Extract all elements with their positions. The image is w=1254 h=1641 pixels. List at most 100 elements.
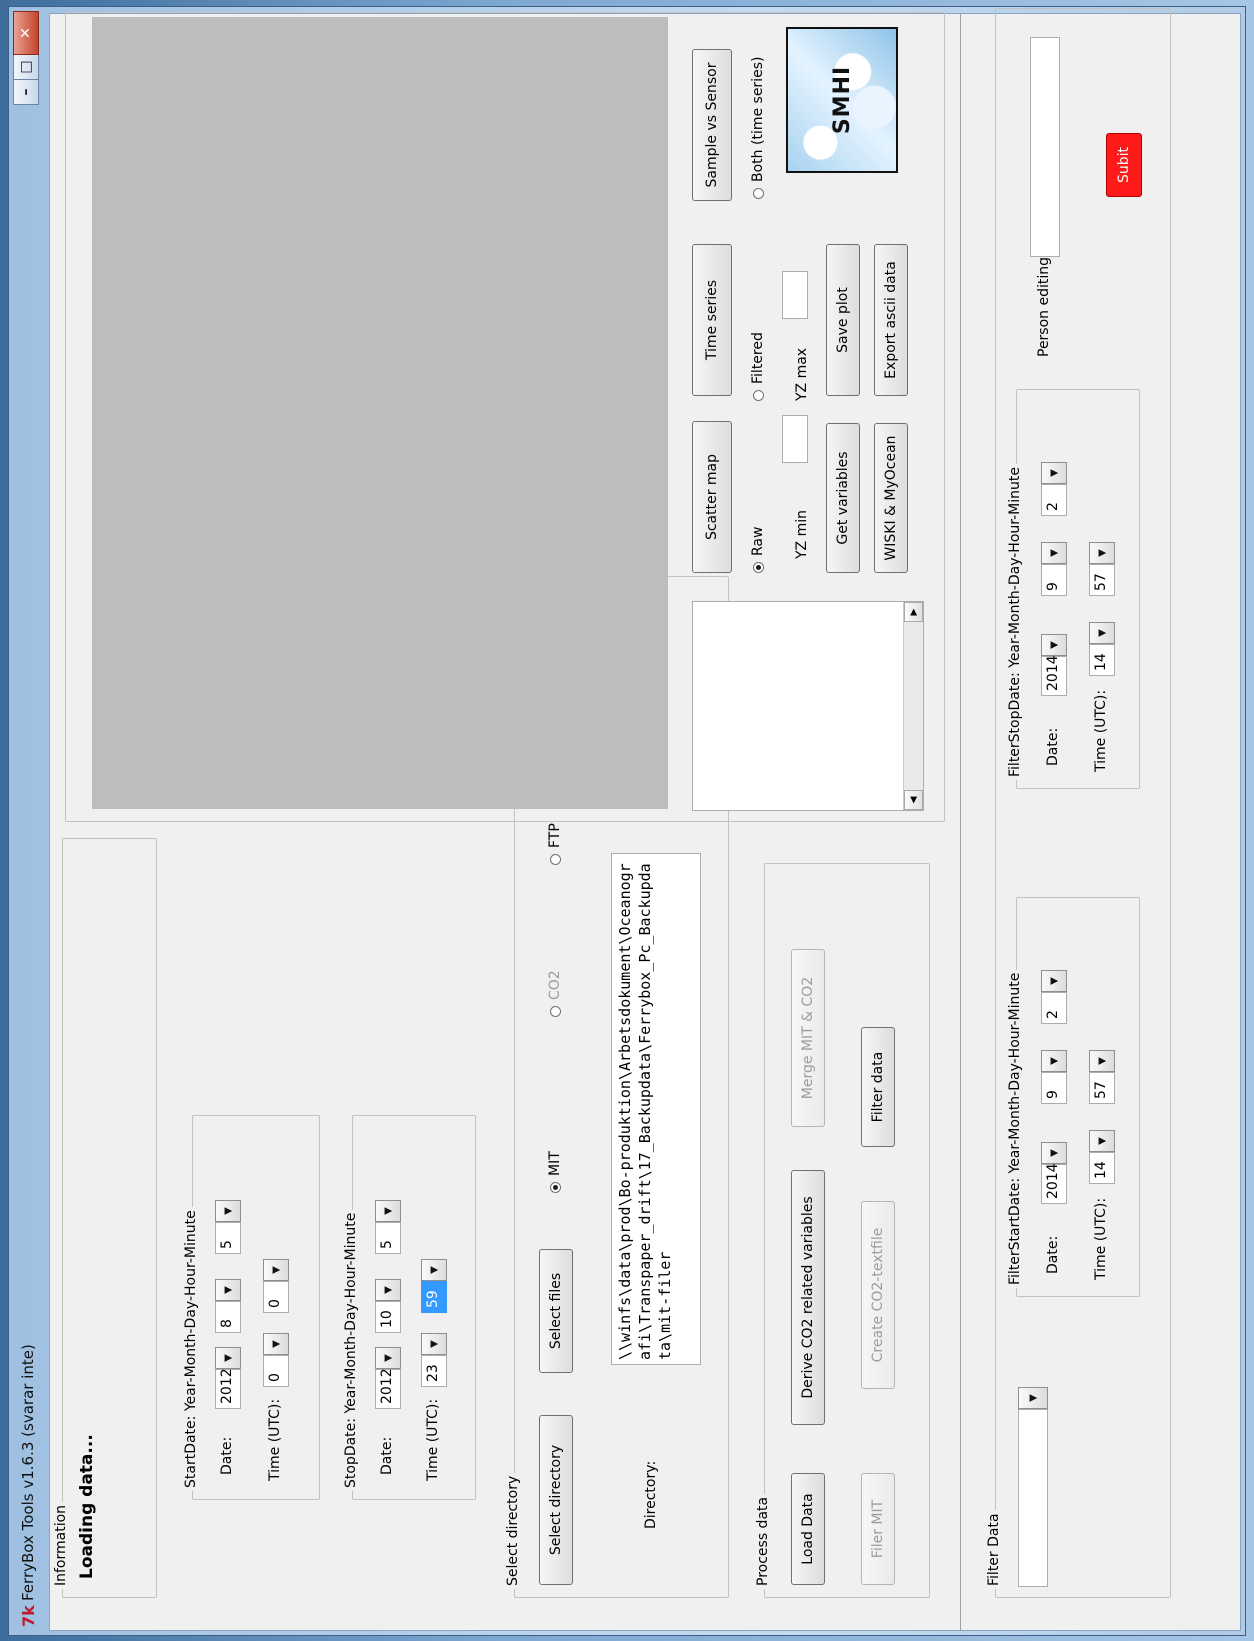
start-hour-value[interactable]: 0 <box>263 1355 289 1387</box>
filter-data-button[interactable]: Filter data <box>861 1027 895 1147</box>
dropdown-arrow-icon[interactable]: ▼ <box>1089 542 1115 564</box>
filter-start-hour-spinbox[interactable]: 14 ▼ <box>1089 1130 1115 1184</box>
start-minute-spinbox[interactable]: 0 ▼ <box>263 1259 289 1313</box>
radio-mit[interactable]: MIT <box>547 1151 563 1193</box>
directory-text[interactable]: \\winfs\data\prod\Bo-produktion\Arbetsdo… <box>611 853 701 1365</box>
filter-start-year-value[interactable]: 2014 <box>1041 1163 1067 1204</box>
dropdown-arrow-icon[interactable]: ▼ <box>1041 1050 1067 1072</box>
filter-start-month-spinbox[interactable]: 9 ▼ <box>1041 1050 1067 1104</box>
wiski-myocean-button[interactable]: WISKI & MyOcean <box>874 423 908 573</box>
stop-year-value[interactable]: 2012 <box>375 1368 401 1409</box>
close-button[interactable]: ✕ <box>13 11 39 55</box>
load-data-button[interactable]: Load Data <box>791 1473 825 1585</box>
yz-min-input[interactable] <box>782 415 808 463</box>
yz-max-input[interactable] <box>782 271 808 319</box>
dropdown-arrow-icon[interactable]: ▼ <box>421 1333 447 1355</box>
filter-stop-hour-spinbox[interactable]: 14 ▼ <box>1089 622 1115 676</box>
filter-stop-month-spinbox[interactable]: 9 ▼ <box>1041 542 1067 596</box>
start-minute-value[interactable]: 0 <box>263 1281 289 1313</box>
derive-co2-button[interactable]: Derive CO2 related variables <box>791 1170 825 1425</box>
filer-mit-button[interactable]: Filer MIT <box>861 1473 895 1585</box>
filter-stop-month-value[interactable]: 9 <box>1041 564 1067 596</box>
dropdown-arrow-icon[interactable]: ▼ <box>1041 1142 1067 1164</box>
dropdown-arrow-icon[interactable]: ▼ <box>215 1347 241 1369</box>
stop-minute-spinbox[interactable]: 59 ▼ <box>421 1259 447 1313</box>
dropdown-arrow-icon[interactable]: ▼ <box>375 1200 401 1222</box>
export-ascii-button[interactable]: Export ascii data <box>874 244 908 396</box>
radio-raw[interactable]: Raw <box>750 527 766 573</box>
dropdown-arrow-icon[interactable]: ▼ <box>1041 970 1067 992</box>
title-bar[interactable]: 7k FerryBox Tools v1.6.3 (svarar inte) –… <box>9 7 49 1637</box>
dropdown-arrow-icon[interactable]: ▼ <box>263 1333 289 1355</box>
filter-start-day-spinbox[interactable]: 2 ▼ <box>1041 970 1067 1024</box>
submit-button[interactable]: Subit <box>1106 133 1142 197</box>
filter-stop-hour-value[interactable]: 14 <box>1089 644 1115 676</box>
filter-variable-combobox[interactable]: ▼ <box>1018 1387 1048 1587</box>
create-co2-textfile-button[interactable]: Create CO2-textfile <box>861 1201 895 1389</box>
scroll-left-icon[interactable]: ◀ <box>904 790 923 810</box>
dropdown-arrow-icon[interactable]: ▼ <box>263 1259 289 1281</box>
start-hour-spinbox[interactable]: 0 ▼ <box>263 1333 289 1387</box>
start-year-spinbox[interactable]: 2012 ▼ <box>215 1347 241 1409</box>
stop-day-spinbox[interactable]: 5 ▼ <box>375 1200 401 1254</box>
process-data-group-label: Process data <box>755 1493 771 1589</box>
filter-stop-day-spinbox[interactable]: 2 ▼ <box>1041 462 1067 516</box>
start-month-value[interactable]: 8 <box>215 1301 241 1333</box>
maximize-button[interactable]: □ <box>13 54 39 80</box>
radio-co2[interactable]: CO2 <box>547 970 563 1017</box>
stop-day-value[interactable]: 5 <box>375 1222 401 1254</box>
save-plot-button[interactable]: Save plot <box>826 244 860 396</box>
dropdown-arrow-icon[interactable]: ▼ <box>375 1279 401 1301</box>
stop-hour-spinbox[interactable]: 23 ▼ <box>421 1333 447 1387</box>
radio-both[interactable]: Both (time series) <box>750 57 766 199</box>
plot-canvas[interactable] <box>92 17 668 809</box>
time-series-button[interactable]: Time series <box>692 244 732 396</box>
sample-vs-sensor-button[interactable]: Sample vs Sensor <box>692 49 732 201</box>
select-files-button[interactable]: Select files <box>539 1249 573 1373</box>
filter-variable-value[interactable] <box>1018 1409 1048 1587</box>
person-editing-input[interactable] <box>1030 37 1060 257</box>
filter-start-day-value[interactable]: 2 <box>1041 992 1067 1024</box>
listbox-scrollbar[interactable]: ◀ ▶ <box>903 602 923 810</box>
dropdown-arrow-icon[interactable]: ▼ <box>1041 462 1067 484</box>
start-day-value[interactable]: 5 <box>215 1222 241 1254</box>
start-year-value[interactable]: 2012 <box>215 1368 241 1409</box>
dropdown-arrow-icon[interactable]: ▼ <box>421 1259 447 1281</box>
filter-start-minute-value[interactable]: 57 <box>1089 1072 1115 1104</box>
filter-stop-day-value[interactable]: 2 <box>1041 484 1067 516</box>
filter-start-hour-value[interactable]: 14 <box>1089 1152 1115 1184</box>
stop-month-value[interactable]: 10 <box>375 1301 401 1333</box>
start-month-spinbox[interactable]: 8 ▼ <box>215 1279 241 1333</box>
minimize-button[interactable]: – <box>13 79 39 105</box>
start-day-spinbox[interactable]: 5 ▼ <box>215 1200 241 1254</box>
dropdown-arrow-icon[interactable]: ▼ <box>1089 622 1115 644</box>
filter-start-minute-spinbox[interactable]: 57 ▼ <box>1089 1050 1115 1104</box>
radio-filtered[interactable]: Filtered <box>750 332 766 401</box>
select-directory-button[interactable]: Select directory <box>539 1415 573 1585</box>
filter-stop-group-label: FilterStopDate: Year-Month-Day-Hour-Minu… <box>1007 463 1023 780</box>
filter-stop-year-spinbox[interactable]: 2014 ▼ <box>1041 634 1067 696</box>
variable-listbox[interactable]: ◀ ▶ <box>692 601 924 811</box>
stop-year-spinbox[interactable]: 2012 ▼ <box>375 1347 401 1409</box>
dropdown-arrow-icon[interactable]: ▼ <box>1089 1130 1115 1152</box>
filter-start-year-spinbox[interactable]: 2014 ▼ <box>1041 1142 1067 1204</box>
filter-stop-year-value[interactable]: 2014 <box>1041 655 1067 696</box>
filter-stop-minute-value[interactable]: 57 <box>1089 564 1115 596</box>
filter-start-month-value[interactable]: 9 <box>1041 1072 1067 1104</box>
stop-month-spinbox[interactable]: 10 ▼ <box>375 1279 401 1333</box>
scroll-right-icon[interactable]: ▶ <box>904 602 923 622</box>
dropdown-arrow-icon[interactable]: ▼ <box>1041 542 1067 564</box>
stop-hour-value[interactable]: 23 <box>421 1355 447 1387</box>
filter-stop-minute-spinbox[interactable]: 57 ▼ <box>1089 542 1115 596</box>
dropdown-arrow-icon[interactable]: ▼ <box>1018 1387 1048 1409</box>
merge-mit-co2-button[interactable]: Merge MIT & CO2 <box>791 949 825 1127</box>
dropdown-arrow-icon[interactable]: ▼ <box>1089 1050 1115 1072</box>
scatter-map-button[interactable]: Scatter map <box>692 421 732 573</box>
dropdown-arrow-icon[interactable]: ▼ <box>1041 634 1067 656</box>
dropdown-arrow-icon[interactable]: ▼ <box>215 1279 241 1301</box>
dropdown-arrow-icon[interactable]: ▼ <box>375 1347 401 1369</box>
dropdown-arrow-icon[interactable]: ▼ <box>215 1200 241 1222</box>
get-variables-button[interactable]: Get variables <box>826 423 860 573</box>
radio-ftp[interactable]: FTP <box>547 823 563 865</box>
stop-minute-value[interactable]: 59 <box>421 1281 447 1313</box>
